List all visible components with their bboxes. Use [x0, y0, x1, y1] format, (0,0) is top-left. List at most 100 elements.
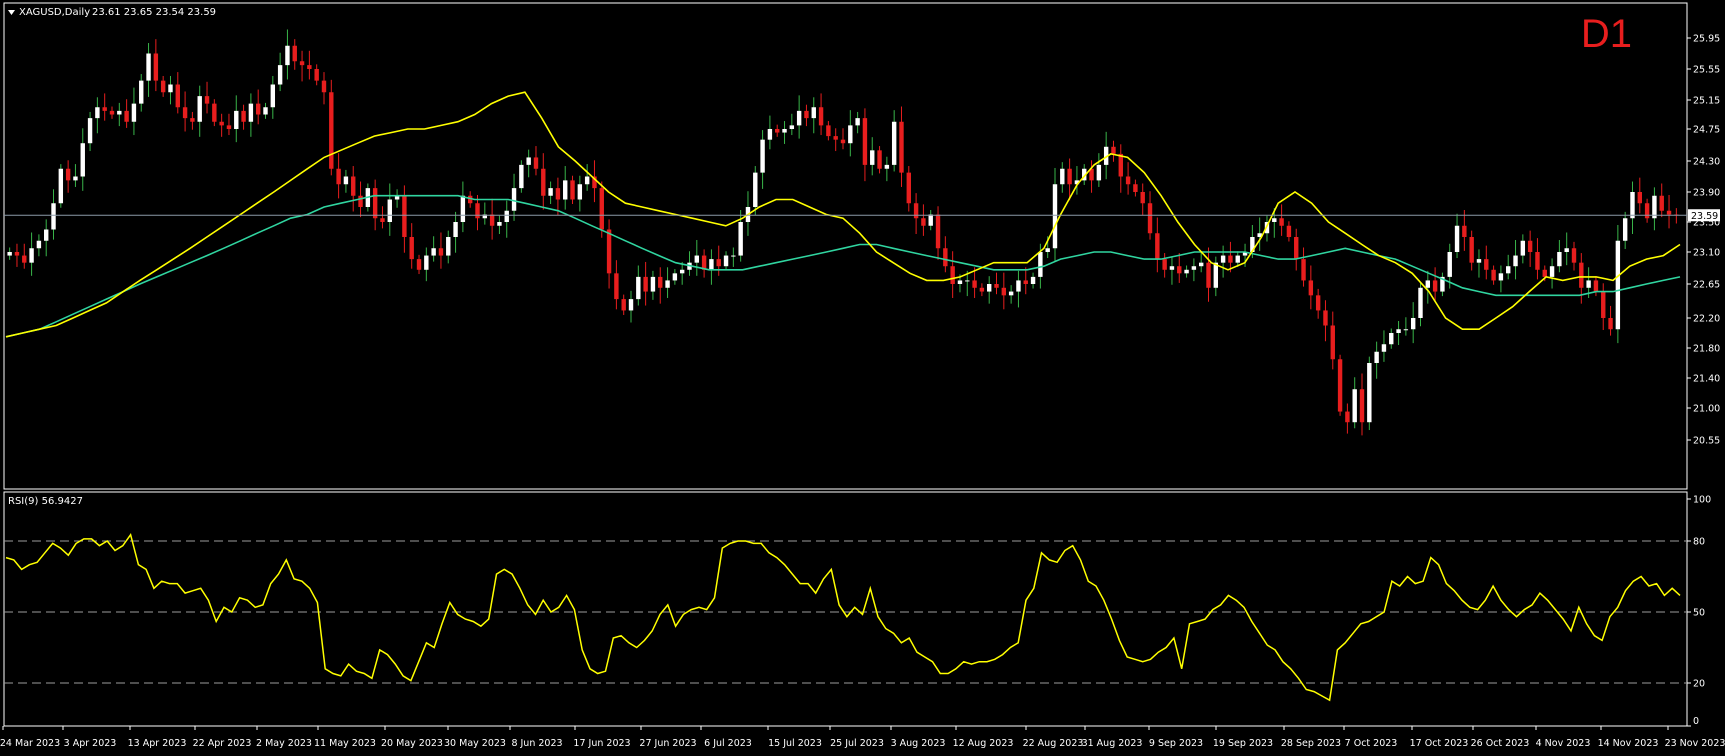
bull-candle-body: [460, 195, 466, 222]
candle: [58, 164, 64, 208]
bear-candle-body: [124, 110, 129, 122]
bear-candle-body: [643, 276, 648, 292]
price-tick-label: 23.90: [1693, 188, 1720, 199]
bull-candle-body: [760, 139, 765, 173]
bull-candle-body: [796, 110, 802, 126]
bear-candle-body: [1644, 203, 1650, 219]
bear-candle-body: [489, 214, 495, 226]
date-tick-label: 14 Nov 2023: [1598, 738, 1659, 749]
bear-candle-body: [109, 110, 115, 115]
bear-candle-body: [14, 252, 20, 256]
bear-candle-body: [943, 248, 948, 267]
rsi-label: RSI(9) 56.9427: [8, 496, 83, 507]
bear-candle-body: [570, 180, 575, 200]
bull-candle-body: [1272, 218, 1277, 222]
bull-candle-body: [870, 150, 875, 165]
bear-candle-body: [533, 157, 539, 169]
bear-candle-body: [1637, 192, 1642, 204]
bear-candle-body: [599, 188, 604, 230]
bear-candle-body: [1323, 310, 1328, 326]
bull-candle-body: [1622, 218, 1628, 241]
bull-candle-body: [1381, 344, 1387, 352]
date-tick-label: 8 Jun 2023: [511, 738, 562, 749]
rsi-tick-label: 0: [1693, 716, 1699, 727]
bear-candle-body: [1279, 218, 1284, 226]
bull-candle-body: [1403, 329, 1409, 331]
bull-candle-body: [848, 125, 853, 144]
bull-candle-body: [577, 184, 583, 200]
date-tick-label: 23 Nov 2023: [1665, 738, 1725, 749]
bear-candle-body: [1571, 248, 1577, 263]
bull-candle-body: [453, 222, 458, 237]
bull-candle-body: [1615, 240, 1621, 330]
bear-candle-body: [1067, 168, 1072, 185]
bear-candle-body: [818, 107, 824, 126]
rsi-tick-label: 50: [1693, 608, 1705, 619]
bull-candle-body: [1418, 287, 1423, 318]
date-tick-label: 6 Jul 2023: [704, 738, 752, 749]
bear-candle-body: [1147, 203, 1153, 234]
bear-candle-body: [1535, 252, 1540, 270]
bull-candle-body: [58, 168, 64, 204]
bull-candle-body: [1008, 291, 1014, 296]
chart-root: 25.9525.5525.1524.7524.3023.9023.5023.10…: [0, 0, 1725, 756]
bear-candle-body: [1206, 262, 1211, 288]
bear-candle-body: [1308, 280, 1314, 296]
date-tick-label: 20 May 2023: [381, 738, 443, 749]
price-tick-label: 22.65: [1693, 280, 1720, 291]
bear-candle-body: [1462, 225, 1467, 237]
date-tick-label: 3 Aug 2023: [891, 738, 946, 749]
bull-candle-body: [782, 129, 787, 133]
bear-candle-body: [351, 176, 356, 196]
date-tick-label: 17 Oct 2023: [1410, 738, 1469, 749]
bear-candle-body: [336, 168, 341, 185]
date-tick-label: 13 Apr 2023: [128, 738, 187, 749]
bull-candle-body: [584, 176, 590, 185]
bear-candle-body: [1337, 359, 1343, 412]
bear-candle-body: [621, 299, 626, 311]
bear-candle-body: [1527, 240, 1533, 252]
bear-candle-body: [1608, 318, 1613, 330]
bull-candle-body: [117, 110, 122, 115]
bull-candle-body: [36, 240, 42, 249]
bull-candle-body: [548, 188, 553, 196]
date-tick-label: 7 Oct 2023: [1345, 738, 1398, 749]
bear-candle-body: [1125, 176, 1131, 185]
candle: [329, 79, 334, 176]
date-tick-label: 28 Sep 2023: [1281, 738, 1341, 749]
rsi-tick-label: 100: [1693, 495, 1711, 506]
bear-candle-body: [1140, 192, 1145, 204]
bull-candle-body: [519, 164, 524, 189]
bull-candle-body: [80, 143, 85, 177]
bull-candle-body: [1352, 389, 1357, 423]
bear-candle-body: [1023, 280, 1028, 284]
bull-candle-body: [1096, 164, 1102, 181]
bull-candle-body: [1191, 266, 1197, 270]
bull-candle-body: [387, 199, 392, 222]
bear-candle-body: [1579, 262, 1584, 288]
bear-candle-body: [1111, 146, 1116, 154]
bear-candle-body: [979, 287, 985, 292]
bull-candle-body: [928, 214, 933, 226]
bull-candle-body: [563, 180, 568, 200]
bear-candle-body: [1542, 269, 1547, 277]
price-tick-label: 25.55: [1693, 65, 1720, 76]
bear-candle-body: [292, 45, 297, 62]
bull-candle-body: [1060, 168, 1065, 185]
timeframe-label: D1: [1581, 12, 1632, 56]
bull-candle-body: [1169, 266, 1175, 270]
bull-candle-body: [73, 176, 78, 181]
bear-candle-body: [1330, 325, 1335, 360]
date-tick-label: 22 Apr 2023: [193, 738, 252, 749]
date-tick-label: 11 May 2023: [314, 738, 376, 749]
bull-candle-body: [738, 222, 743, 256]
candle: [519, 160, 524, 193]
bear-candle-body: [775, 129, 780, 133]
bear-candle-body: [840, 139, 846, 144]
price-tick-label: 24.30: [1693, 157, 1720, 168]
bull-candle-body: [1030, 276, 1036, 284]
bull-candle-body: [679, 269, 685, 274]
bull-candle-body: [504, 210, 509, 222]
candle: [1337, 354, 1343, 416]
date-tick-label: 31 Aug 2023: [1082, 738, 1143, 749]
